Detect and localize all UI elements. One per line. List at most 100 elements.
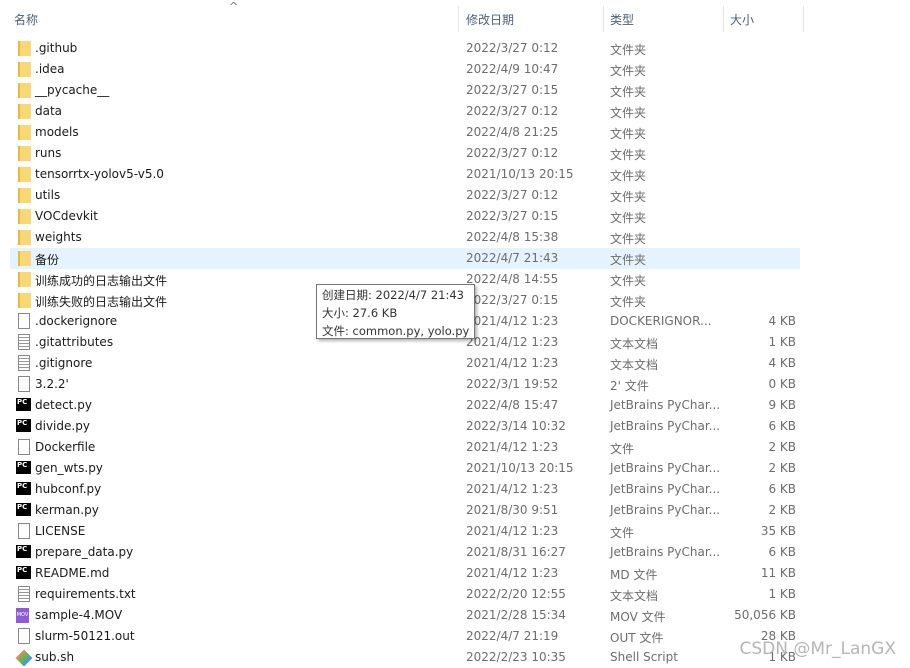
file-row[interactable]: __pycache__ 2022/3/27 0:15 文件夹 <box>10 80 800 101</box>
file-row[interactable]: data 2022/3/27 0:12 文件夹 <box>10 101 800 122</box>
column-divider[interactable] <box>603 6 604 32</box>
file-icon <box>18 313 30 329</box>
file-size: 2 KB <box>768 440 796 454</box>
file-date: 2022/3/27 0:15 <box>466 293 559 307</box>
file-date: 2021/10/13 20:15 <box>466 461 574 475</box>
file-name: runs <box>35 146 62 160</box>
file-type: 文件夹 <box>610 106 647 120</box>
file-row[interactable]: slurm-50121.out 2022/4/7 21:19 OUT 文件 28 KB <box>10 626 800 647</box>
file-size: 2 KB <box>768 503 796 517</box>
file-name: slurm-50121.out <box>35 629 135 643</box>
file-row[interactable]: PC README.md 2021/4/12 1:23 MD 文件 11 KB <box>10 563 800 584</box>
file-date: 2022/4/7 21:19 <box>466 629 559 643</box>
file-type: MOV 文件 <box>610 610 666 624</box>
file-size: 1 KB <box>768 335 796 349</box>
file-row[interactable]: Dockerfile 2021/4/12 1:23 文件 2 KB <box>10 437 800 458</box>
file-name: tensorrtx-yolov5-v5.0 <box>35 167 164 181</box>
column-date[interactable]: 修改日期 <box>466 11 514 28</box>
file-type: 文件夹 <box>610 295 647 309</box>
file-name: README.md <box>35 566 110 580</box>
file-row[interactable]: tensorrtx-yolov5-v5.0 2021/10/13 20:15 文件夹 <box>10 164 800 185</box>
file-row[interactable]: PC gen_wts.py 2021/10/13 20:15 JetBrains Py… <box>10 458 800 479</box>
tooltip-size: 大小: 27.6 KB <box>322 306 398 320</box>
file-row[interactable]: weights 2022/4/8 15:38 文件夹 <box>10 227 800 248</box>
file-row[interactable]: PC divide.py 2022/3/14 10:32 JetBrains PyCh… <box>10 416 800 437</box>
file-row[interactable]: 备份 2022/4/7 21:43 文件夹 <box>10 248 800 269</box>
file-name: VOCdevkit <box>35 209 98 223</box>
file-size: 4 KB <box>768 314 796 328</box>
pycharm-file-icon: PC <box>16 566 31 581</box>
pycharm-file-icon: PC <box>16 482 31 497</box>
file-date: 2021/8/30 9:51 <box>466 503 559 517</box>
folder-icon <box>18 209 31 224</box>
file-type: 文件夹 <box>610 274 647 288</box>
file-row[interactable]: requirements.txt 2022/2/20 12:55 文本文档 1 KB <box>10 584 800 605</box>
file-row[interactable]: PC prepare_data.py 2021/8/31 16:27 JetBrain… <box>10 542 800 563</box>
column-size[interactable]: 大小 <box>730 11 754 28</box>
file-name: 3.2.2' <box>35 377 69 391</box>
file-name: data <box>35 104 63 118</box>
file-size: 0 KB <box>768 377 796 391</box>
file-type: 文本文档 <box>610 358 659 372</box>
file-row[interactable]: runs 2022/3/27 0:12 文件夹 <box>10 143 800 164</box>
file-row[interactable]: PC kerman.py 2021/8/30 9:51 JetBrains PyCha… <box>10 500 800 521</box>
file-date: 2022/4/8 15:47 <box>466 398 559 412</box>
folder-icon <box>18 272 31 287</box>
file-icon <box>18 523 30 539</box>
tooltip-created: 创建日期: 2022/4/7 21:43 <box>322 288 464 302</box>
file-row[interactable]: models 2022/4/8 21:25 文件夹 <box>10 122 800 143</box>
file-row[interactable]: 3.2.2' 2022/3/1 19:52 2' 文件 0 KB <box>10 374 800 395</box>
file-date: 2021/10/13 20:15 <box>466 167 574 181</box>
file-date: 2021/4/12 1:23 <box>466 566 559 580</box>
file-name: 训练失败的日志输出文件 <box>35 295 168 309</box>
pycharm-file-icon: PC <box>16 503 31 518</box>
file-icon <box>18 628 30 644</box>
file-date: 2022/3/27 0:15 <box>466 209 559 223</box>
file-type: JetBrains PyChar... <box>610 503 721 517</box>
file-row[interactable]: utils 2022/3/27 0:12 文件夹 <box>10 185 800 206</box>
file-name: gen_wts.py <box>35 461 103 475</box>
file-type: 文件 <box>610 442 635 456</box>
pycharm-file-icon: PC <box>16 398 31 413</box>
text-file-icon <box>18 355 30 371</box>
file-size: 6 KB <box>768 545 796 559</box>
folder-icon <box>18 83 31 98</box>
shell-script-icon <box>15 649 33 667</box>
column-divider[interactable] <box>458 6 459 32</box>
file-row[interactable]: MOV sample-4.MOV 2021/2/28 15:34 MOV 文件 50,0… <box>10 605 800 626</box>
file-type: 文件夹 <box>610 253 647 267</box>
file-row[interactable]: LICENSE 2021/4/12 1:23 文件 35 KB <box>10 521 800 542</box>
folder-icon <box>18 230 31 245</box>
file-date: 2021/8/31 16:27 <box>466 545 566 559</box>
file-row[interactable]: sub.sh 2022/2/23 10:35 Shell Script 1 KB <box>10 647 800 668</box>
file-row[interactable]: PC hubconf.py 2021/4/12 1:23 JetBrains PyCh… <box>10 479 800 500</box>
file-date: 2021/4/12 1:23 <box>466 524 559 538</box>
text-file-icon <box>18 586 30 602</box>
file-row[interactable]: PC detect.py 2022/4/8 15:47 JetBrains PyCha… <box>10 395 800 416</box>
file-name: kerman.py <box>35 503 99 517</box>
file-name: .idea <box>35 62 65 76</box>
file-type: JetBrains PyChar... <box>610 398 721 412</box>
file-size: 2 KB <box>768 461 796 475</box>
file-size: 11 KB <box>760 566 796 580</box>
file-type: 文件夹 <box>610 190 647 204</box>
folder-icon <box>18 41 31 56</box>
file-row[interactable]: .gitignore 2021/4/12 1:23 文本文档 4 KB <box>10 353 800 374</box>
folder-icon <box>18 62 31 77</box>
column-divider[interactable] <box>803 6 804 32</box>
column-divider[interactable] <box>723 6 724 32</box>
file-date: 2021/4/12 1:23 <box>466 335 559 349</box>
video-file-icon: MOV <box>16 608 29 623</box>
file-name: .dockerignore <box>35 314 118 328</box>
file-name: requirements.txt <box>35 587 136 601</box>
column-type[interactable]: 类型 <box>610 11 634 28</box>
file-date: 2022/3/14 10:32 <box>466 419 566 433</box>
file-row[interactable]: VOCdevkit 2022/3/27 0:15 文件夹 <box>10 206 800 227</box>
column-name[interactable]: 名称 <box>14 11 38 28</box>
file-row[interactable]: .github 2022/3/27 0:12 文件夹 <box>10 38 800 59</box>
file-name: utils <box>35 188 61 202</box>
file-type: 文件夹 <box>610 232 647 246</box>
column-header: ^ 名称 修改日期 类型 大小 <box>0 0 804 36</box>
file-type: MD 文件 <box>610 568 658 582</box>
file-row[interactable]: .idea 2022/4/9 10:47 文件夹 <box>10 59 800 80</box>
